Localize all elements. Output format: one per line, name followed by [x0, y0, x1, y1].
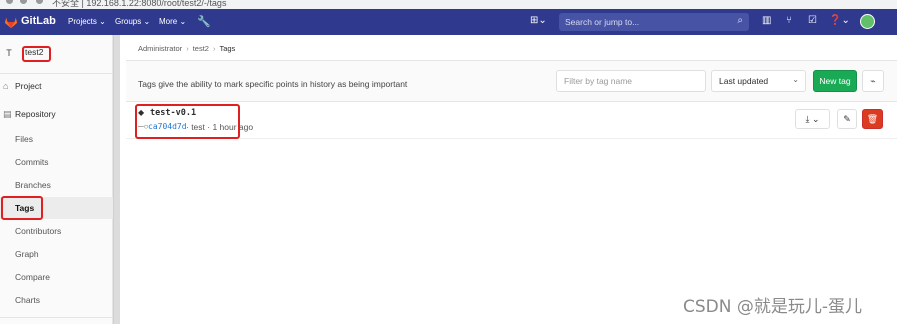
- annotation-project-name: [22, 46, 51, 62]
- issues-icon[interactable]: ▥: [762, 15, 771, 26]
- download-icon: ⤓ ⌄: [805, 114, 820, 124]
- sidebar-item-label: Graph: [15, 249, 39, 259]
- merge-requests-icon[interactable]: ⑂: [786, 15, 792, 26]
- sidebar-item-label: Charts: [15, 295, 41, 305]
- sidebar-item-label: Contributors: [15, 226, 62, 236]
- sidebar-item-label: Compare: [15, 272, 50, 282]
- annotation-tags-nav: [1, 196, 43, 220]
- breadcrumb-separator-icon: ›: [212, 44, 216, 53]
- breadcrumb-separator-icon: ›: [186, 44, 189, 53]
- project-sidebar: T test2 ⌂ Project ▤ Repository Files Com…: [0, 35, 113, 324]
- sidebar-item-branches[interactable]: Branches: [0, 174, 113, 196]
- sidebar-item-graph[interactable]: Graph: [0, 243, 113, 265]
- tag-filter-input[interactable]: Filter by tag name: [556, 70, 706, 92]
- new-tag-button[interactable]: New tag: [813, 70, 857, 92]
- sidebar-divider: [0, 73, 113, 74]
- sidebar-item-label: Branches: [15, 180, 51, 190]
- project-avatar[interactable]: T: [2, 46, 16, 60]
- trash-icon: 🗑: [866, 114, 879, 124]
- breadcrumb: Administrator › test2 › Tags: [138, 44, 235, 53]
- sidebar-scrollbar[interactable]: [113, 35, 120, 324]
- delete-tag-button[interactable]: 🗑: [862, 109, 883, 129]
- rss-feed-button[interactable]: ⌁: [862, 70, 884, 92]
- sidebar-item-label: Repository: [15, 109, 56, 119]
- annotation-tag-row: [135, 104, 240, 139]
- home-icon: ⌂: [3, 81, 9, 91]
- sidebar-item-label: Project: [15, 81, 42, 91]
- todos-icon[interactable]: ☑: [808, 15, 817, 26]
- back-icon[interactable]: [6, 0, 13, 4]
- sort-value: Last updated: [719, 76, 769, 86]
- pencil-icon: ✎: [843, 114, 851, 124]
- search-placeholder: Search or jump to...: [565, 17, 640, 27]
- rss-icon: ⌁: [870, 76, 876, 86]
- top-navbar: GitLab Projects ⌄ Groups ⌄ More ⌄ 🔧 ⊞⌄ S…: [0, 9, 897, 35]
- sidebar-item-project[interactable]: ⌂ Project: [0, 75, 113, 97]
- sidebar-divider: [0, 317, 113, 318]
- address-bar[interactable]: 不安全 | 192.168.1.22:8080/root/test2/-/tag…: [52, 0, 226, 9]
- browser-toolbar: 不安全 | 192.168.1.22:8080/root/test2/-/tag…: [0, 0, 897, 9]
- groups-menu[interactable]: Groups ⌄: [115, 17, 150, 26]
- user-avatar[interactable]: [860, 14, 875, 29]
- gitlab-logo-icon[interactable]: [4, 15, 18, 29]
- sort-dropdown[interactable]: Last updated ⌄: [711, 70, 806, 92]
- help-icon[interactable]: ❓⌄: [829, 15, 850, 26]
- forward-icon[interactable]: [20, 0, 27, 4]
- breadcrumb-project-link[interactable]: test2: [193, 44, 209, 53]
- sidebar-item-contributors[interactable]: Contributors: [0, 220, 113, 242]
- brand-name[interactable]: GitLab: [21, 15, 56, 27]
- breadcrumb-root-link[interactable]: Administrator: [138, 44, 182, 53]
- reload-icon[interactable]: [36, 0, 43, 4]
- download-dropdown-button[interactable]: ⤓ ⌄: [795, 109, 830, 129]
- tag-row: [126, 103, 897, 139]
- search-icon: ⌕: [737, 15, 743, 26]
- tags-description: Tags give the ability to mark specific p…: [138, 79, 408, 89]
- watermark-text: CSDN @就是玩儿-蛋儿: [683, 297, 863, 317]
- sidebar-item-charts[interactable]: Charts: [0, 289, 113, 311]
- projects-menu[interactable]: Projects ⌄: [68, 17, 106, 26]
- sidebar-item-commits[interactable]: Commits: [0, 151, 113, 173]
- more-menu[interactable]: More ⌄: [159, 17, 186, 26]
- sidebar-item-files[interactable]: Files: [0, 128, 113, 150]
- search-input[interactable]: Search or jump to... ⌕: [559, 13, 749, 31]
- repository-icon: ▤: [3, 109, 12, 119]
- chevron-down-icon: ⌄: [792, 75, 799, 84]
- sidebar-item-repository[interactable]: ▤ Repository: [0, 103, 113, 125]
- sidebar-item-compare[interactable]: Compare: [0, 266, 113, 288]
- sidebar-item-label: Files: [15, 134, 33, 144]
- sidebar-item-label: Commits: [15, 157, 49, 167]
- breadcrumb-current: Tags: [219, 44, 236, 53]
- admin-wrench-icon[interactable]: 🔧: [197, 15, 211, 28]
- edit-release-button[interactable]: ✎: [837, 109, 857, 129]
- new-dropdown-plus-icon[interactable]: ⊞⌄: [530, 15, 547, 26]
